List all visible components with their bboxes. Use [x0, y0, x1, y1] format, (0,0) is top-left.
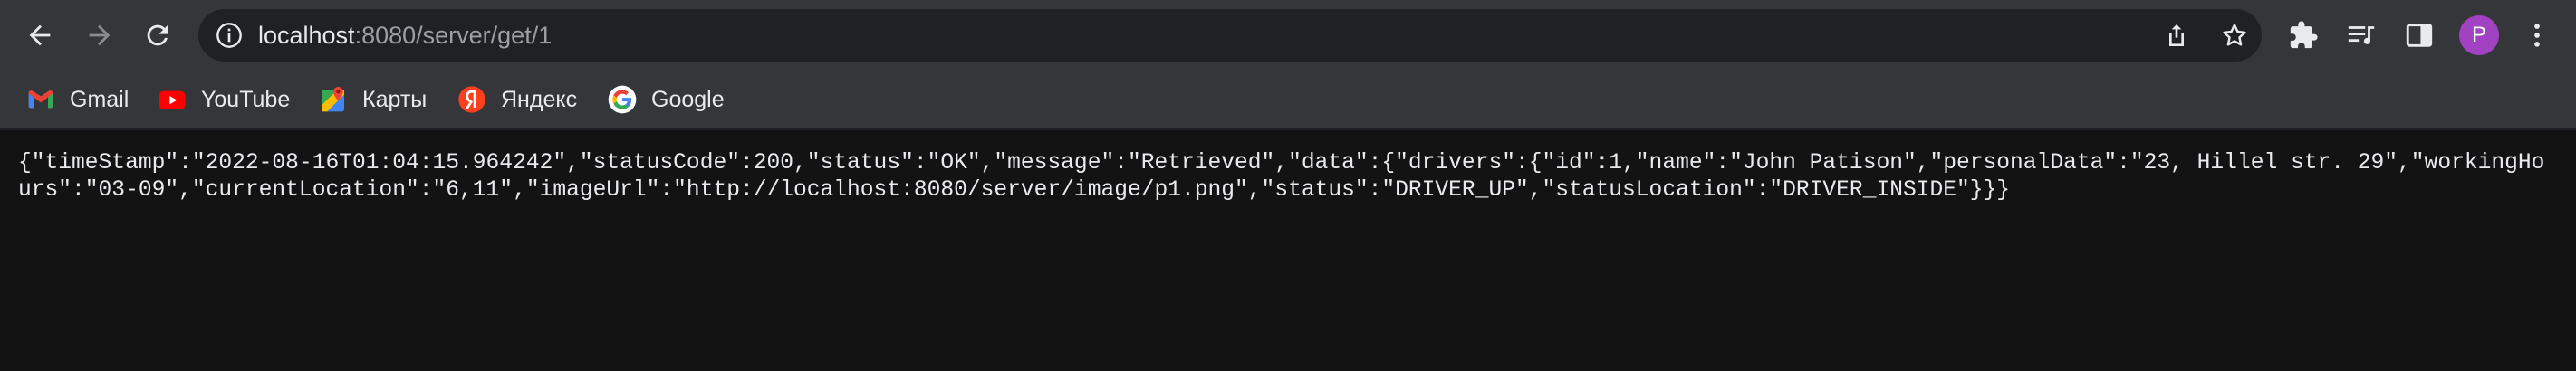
puzzle-icon: [2290, 21, 2318, 49]
youtube-icon: [159, 90, 186, 109]
bookmark-gmail[interactable]: Gmail: [26, 71, 129, 128]
bookmark-label: Яндекс: [501, 86, 578, 112]
forward-button[interactable]: [75, 11, 124, 60]
maps-icon: [322, 87, 344, 112]
address-bar[interactable]: localhost:8080/server/get/1: [198, 9, 2262, 62]
url-path: :8080/server/get/1: [354, 22, 553, 49]
gmail-icon: [28, 90, 53, 109]
side-panel-button[interactable]: [2401, 17, 2437, 53]
reload-button[interactable]: [133, 11, 182, 60]
more-vert-icon: [2534, 24, 2540, 47]
playlist-icon: [2348, 26, 2375, 44]
bookmark-yandex[interactable]: Яндекс: [457, 71, 577, 128]
back-button[interactable]: [15, 11, 64, 60]
yandex-icon: [458, 86, 485, 113]
bookmark-label: YouTube: [201, 86, 291, 112]
url-host: localhost: [258, 22, 355, 49]
arrow-right-icon: [89, 24, 111, 46]
extensions-button[interactable]: [2285, 17, 2321, 53]
url-text[interactable]: localhost:8080/server/get/1: [258, 9, 552, 62]
browser-menu-button[interactable]: [2519, 17, 2555, 53]
share-icon[interactable]: [2162, 21, 2191, 50]
side-panel-icon: [2406, 24, 2433, 47]
bookmarks-bar: Gmail YouTube Карты Яндекс Google: [0, 71, 2576, 130]
bookmark-label: Gmail: [70, 86, 130, 112]
browser-toolbar: localhost:8080/server/get/1 P: [0, 0, 2576, 71]
info-icon[interactable]: [215, 21, 244, 50]
json-response-text: {"timeStamp":"2022-08-16T01:04:15.964242…: [18, 151, 2545, 203]
reload-icon: [147, 24, 168, 46]
page-content: {"timeStamp":"2022-08-16T01:04:15.964242…: [0, 130, 2576, 371]
profile-avatar[interactable]: P: [2459, 15, 2499, 55]
bookmark-maps[interactable]: Карты: [319, 71, 427, 128]
bookmark-label: Карты: [362, 86, 428, 112]
google-icon: [608, 85, 637, 114]
arrow-left-icon: [29, 24, 51, 46]
bookmark-label: Google: [651, 86, 725, 112]
bookmark-star-icon[interactable]: [2220, 21, 2249, 50]
bookmark-youtube[interactable]: YouTube: [158, 71, 290, 128]
media-controls-button[interactable]: [2343, 17, 2379, 53]
bookmark-google[interactable]: Google: [608, 71, 725, 128]
